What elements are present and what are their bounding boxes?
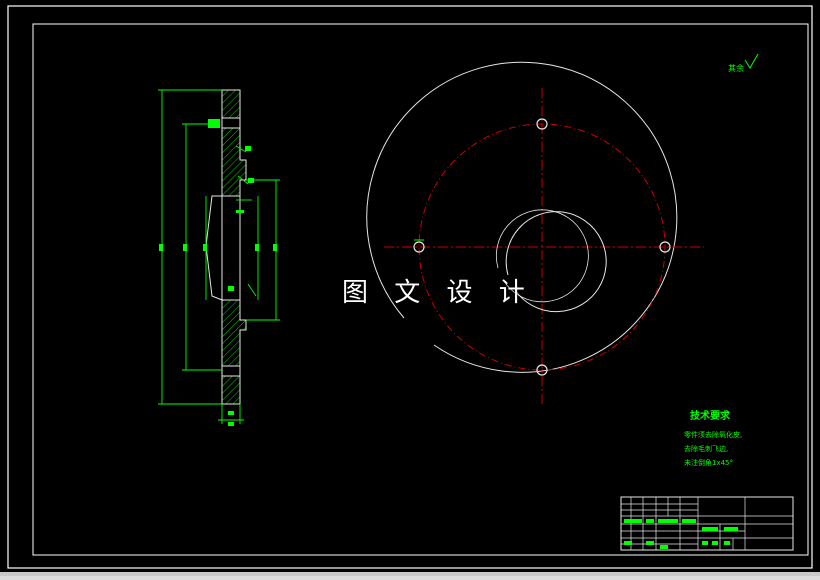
tech-requirements-block: 技术要求 零件须去除氧化皮, 去除毛刺飞边, 未注倒角1x45° (684, 409, 742, 467)
bolt-hole-bottom (221, 365, 241, 377)
side-dim-labels (159, 146, 277, 426)
section-hatch (221, 89, 247, 197)
horizontal-scrollbar[interactable] (0, 572, 820, 576)
bore-profile (205, 195, 223, 301)
tech-req-line-2: 去除毛刺飞边, (684, 444, 728, 453)
dimension-label-bolt (208, 119, 220, 128)
outer-circle (366, 61, 678, 373)
title-block (620, 496, 794, 551)
roughness-note: 其余 (728, 63, 744, 73)
tech-req-line-1: 零件须去除氧化皮, (684, 430, 742, 439)
tech-req-title: 技术要求 (690, 409, 731, 422)
watermark-text: 图 文 设 计 (342, 278, 534, 308)
side-dimensions (158, 89, 280, 424)
bolt-hole-top (221, 117, 241, 129)
section-hatch-lower (221, 299, 247, 405)
roughness-check-icon (744, 53, 759, 69)
roughness-symbol: 其余 (728, 53, 759, 73)
front-view (366, 61, 704, 406)
side-section-view (158, 89, 280, 426)
tech-req-line-3: 未注倒角1x45° (684, 458, 733, 467)
